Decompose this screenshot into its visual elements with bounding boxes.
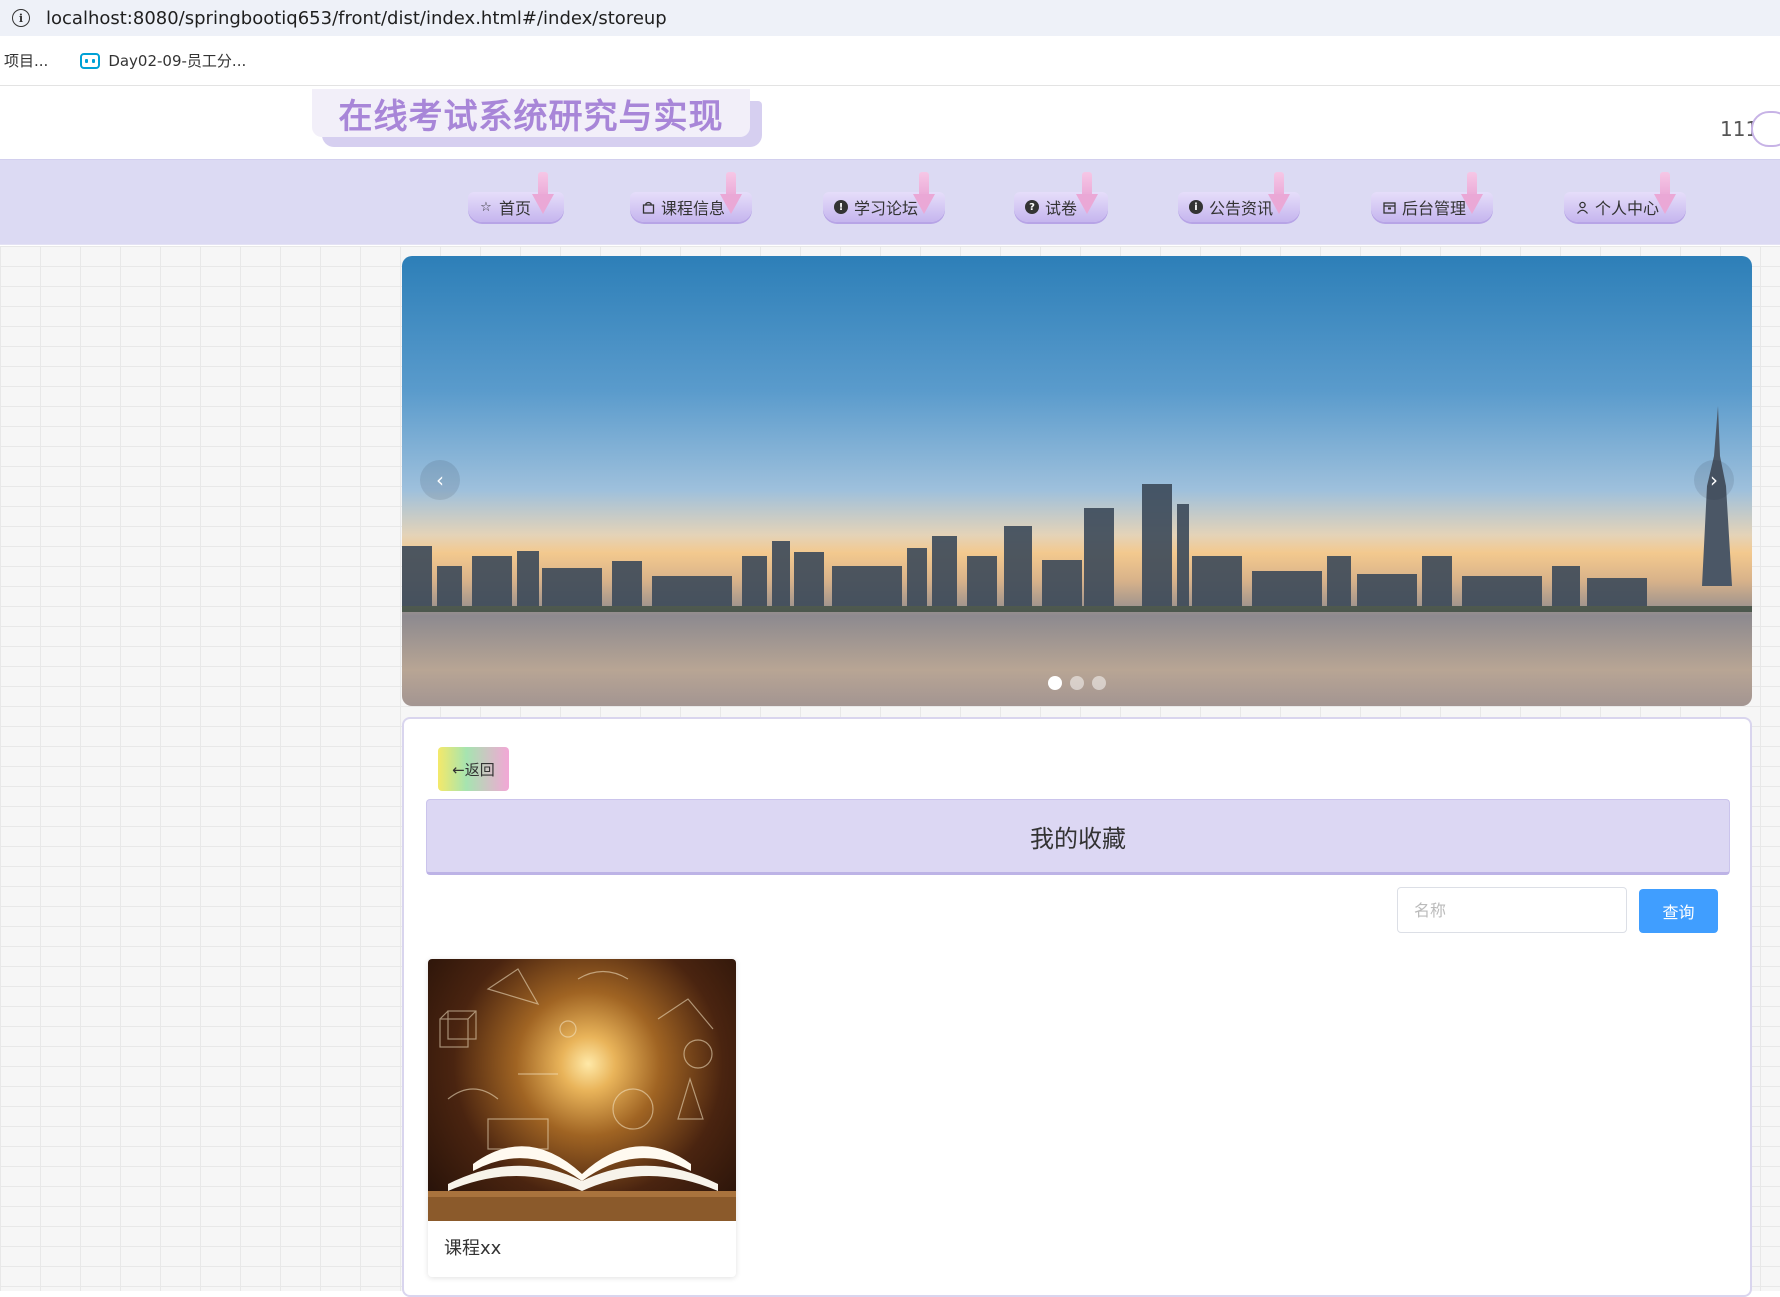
chevron-left-icon: ‹ <box>436 468 444 492</box>
chevron-right-icon: › <box>1710 468 1718 492</box>
bag-icon <box>640 199 656 215</box>
nav-item-label: 公告资讯 <box>1209 199 1274 218</box>
back-button[interactable]: ←返回 <box>438 747 509 791</box>
favorites-panel: ←返回 我的收藏 查询 课程xx <box>402 717 1752 1297</box>
section-title: 我的收藏 <box>426 799 1730 875</box>
carousel-indicator[interactable] <box>1092 676 1106 690</box>
banner-carousel[interactable]: ‹ › <box>402 256 1752 706</box>
bookmarks-bar: 项目... Day02-09-员工分... <box>0 36 1780 86</box>
carousel-indicator[interactable] <box>1070 676 1084 690</box>
search-input[interactable] <box>1397 887 1627 933</box>
bookmark-label: 项目... <box>4 52 49 70</box>
user-icon <box>1574 199 1590 215</box>
carousel-indicator[interactable] <box>1048 676 1062 690</box>
bilibili-icon <box>80 52 101 69</box>
search-button[interactable]: 查询 <box>1639 889 1718 933</box>
bookmark-label: Day02-09-员工分... <box>108 52 247 70</box>
site-logo: 在线考试系统研究与实现 <box>312 89 762 147</box>
nav-item-forum[interactable]: ! 学习论坛 <box>823 172 945 222</box>
pin-decoration-icon <box>532 172 554 218</box>
browser-address-bar[interactable]: i localhost:8080/springbootiq653/front/d… <box>0 0 1780 36</box>
nav-item-home[interactable]: ☆ 首页 <box>468 172 564 222</box>
alert-icon: ! <box>833 199 849 215</box>
nav-item-label: 首页 <box>499 199 532 218</box>
bookmark-item[interactable]: Day02-09-员工分... <box>80 50 246 71</box>
open-book-image <box>428 968 736 1221</box>
pin-decoration-icon <box>1461 172 1483 218</box>
city-skyline-image <box>402 406 1752 612</box>
pin-decoration-icon <box>720 172 742 218</box>
carousel-next-button[interactable]: › <box>1694 460 1734 500</box>
bookmark-item[interactable]: 项目... <box>4 50 48 71</box>
main-nav: ☆ 首页 课程信息 ! 学习论坛 ? 试卷 i 公告资讯 后台管理 个人中心 <box>0 159 1780 245</box>
nav-item-course-info[interactable]: 课程信息 <box>630 172 752 222</box>
logout-button[interactable] <box>1751 111 1780 147</box>
nav-item-label: 试卷 <box>1045 199 1078 218</box>
nav-item-user-center[interactable]: 个人中心 <box>1564 172 1686 222</box>
carousel-prev-button[interactable]: ‹ <box>420 460 460 500</box>
pin-decoration-icon <box>1268 172 1290 218</box>
favorite-card-image <box>428 959 736 1221</box>
nav-item-admin[interactable]: 后台管理 <box>1371 172 1493 222</box>
box-icon <box>1381 199 1397 215</box>
nav-item-label: 课程信息 <box>661 199 726 218</box>
site-info-icon[interactable]: i <box>12 9 30 27</box>
favorite-card-title: 课程xx <box>444 1238 502 1259</box>
nav-item-exam[interactable]: ? 试卷 <box>1014 172 1108 222</box>
question-icon: ? <box>1024 199 1040 215</box>
nav-item-label: 个人中心 <box>1595 199 1660 218</box>
pin-decoration-icon <box>1076 172 1098 218</box>
pin-decoration-icon <box>913 172 935 218</box>
info-icon: i <box>1188 199 1204 215</box>
logo-front: 在线考试系统研究与实现 <box>312 89 750 137</box>
carousel-indicators <box>402 676 1752 690</box>
nav-item-label: 后台管理 <box>1402 199 1467 218</box>
favorite-card[interactable]: 课程xx <box>428 959 736 1277</box>
site-title: 在线考试系统研究与实现 <box>338 96 724 137</box>
site-header: 在线考试系统研究与实现 111 <box>0 87 1780 159</box>
url-text[interactable]: localhost:8080/springbootiq653/front/dis… <box>46 8 667 29</box>
star-icon: ☆ <box>480 199 492 215</box>
nav-item-announcements[interactable]: i 公告资讯 <box>1178 172 1300 222</box>
nav-item-label: 学习论坛 <box>854 199 919 218</box>
pin-decoration-icon <box>1654 172 1676 218</box>
